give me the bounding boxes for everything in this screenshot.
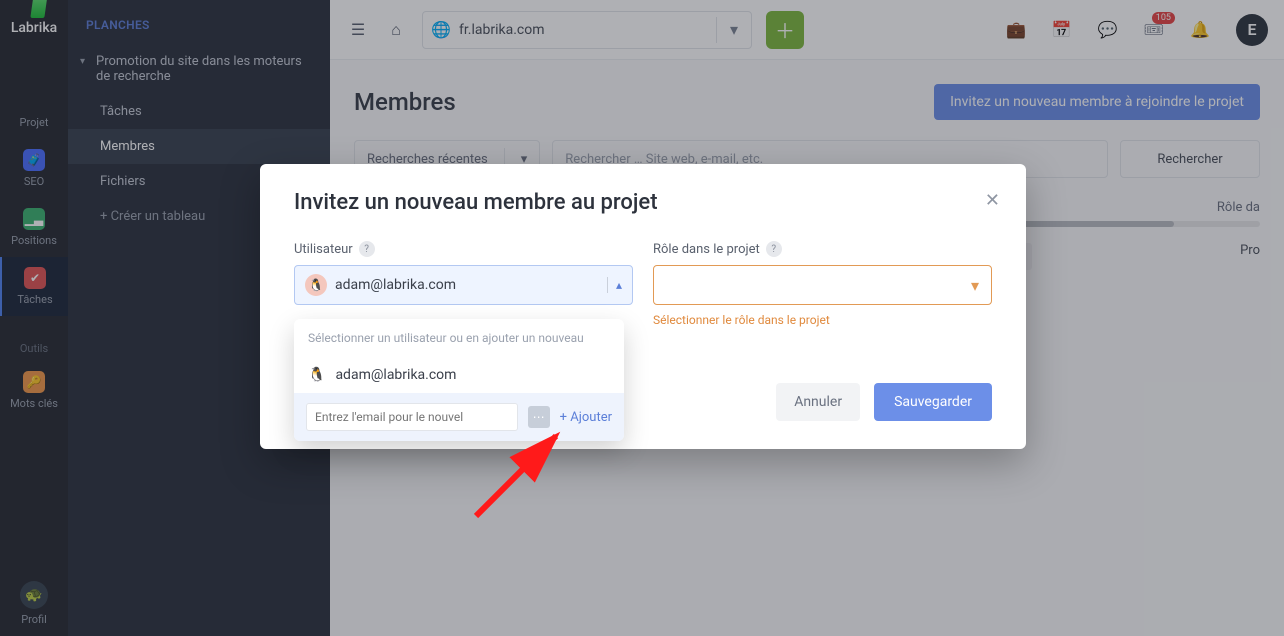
role-label: Rôle dans le projet ? xyxy=(653,241,992,257)
user-dropdown: Sélectionner un utilisateur ou en ajoute… xyxy=(294,319,624,441)
user-avatar-small: 🐧 xyxy=(305,274,327,296)
role-select[interactable]: ▾ xyxy=(653,265,992,305)
dropdown-item-label: adam@labrika.com xyxy=(335,367,456,383)
dropdown-hint: Sélectionner un utilisateur ou en ajoute… xyxy=(294,319,624,357)
add-user-label: + Ajouter xyxy=(560,410,612,425)
role-label-text: Rôle dans le projet xyxy=(653,242,760,257)
add-user-link[interactable]: + Ajouter xyxy=(560,410,612,425)
chevron-up-icon[interactable]: ▴ xyxy=(616,278,622,292)
close-icon[interactable]: ✕ xyxy=(985,190,1000,211)
invite-member-modal: Invitez un nouveau membre au projet ✕ Ut… xyxy=(260,164,1026,449)
user-avatar-small: 🐧 xyxy=(308,367,325,383)
user-label-text: Utilisateur xyxy=(294,242,353,257)
cancel-label: Annuler xyxy=(794,394,842,410)
dropdown-item[interactable]: 🐧 adam@labrika.com xyxy=(294,357,624,393)
help-icon[interactable]: ? xyxy=(359,241,375,257)
role-column: Rôle dans le projet ? ▾ Sélectionner le … xyxy=(653,241,992,327)
dropdown-add-row: ⋯ + Ajouter xyxy=(294,393,624,441)
role-error-message: Sélectionner le rôle dans le projet xyxy=(653,313,992,327)
user-combobox[interactable]: 🐧 adam@labrika.com ▴ xyxy=(294,265,633,305)
more-icon[interactable]: ⋯ xyxy=(528,406,550,428)
new-user-email-input[interactable] xyxy=(306,403,518,431)
help-icon[interactable]: ? xyxy=(766,241,782,257)
user-label: Utilisateur ? xyxy=(294,241,633,257)
user-column: Utilisateur ? 🐧 adam@labrika.com ▴ Sélec… xyxy=(294,241,633,327)
user-value: adam@labrika.com xyxy=(335,277,608,293)
chevron-down-icon: ▾ xyxy=(971,276,979,295)
cancel-button[interactable]: Annuler xyxy=(776,383,860,421)
save-button[interactable]: Sauvegarder xyxy=(874,383,992,421)
form-row: Utilisateur ? 🐧 adam@labrika.com ▴ Sélec… xyxy=(294,241,992,327)
save-label: Sauvegarder xyxy=(894,394,972,410)
modal-title: Invitez un nouveau membre au projet xyxy=(294,190,992,215)
